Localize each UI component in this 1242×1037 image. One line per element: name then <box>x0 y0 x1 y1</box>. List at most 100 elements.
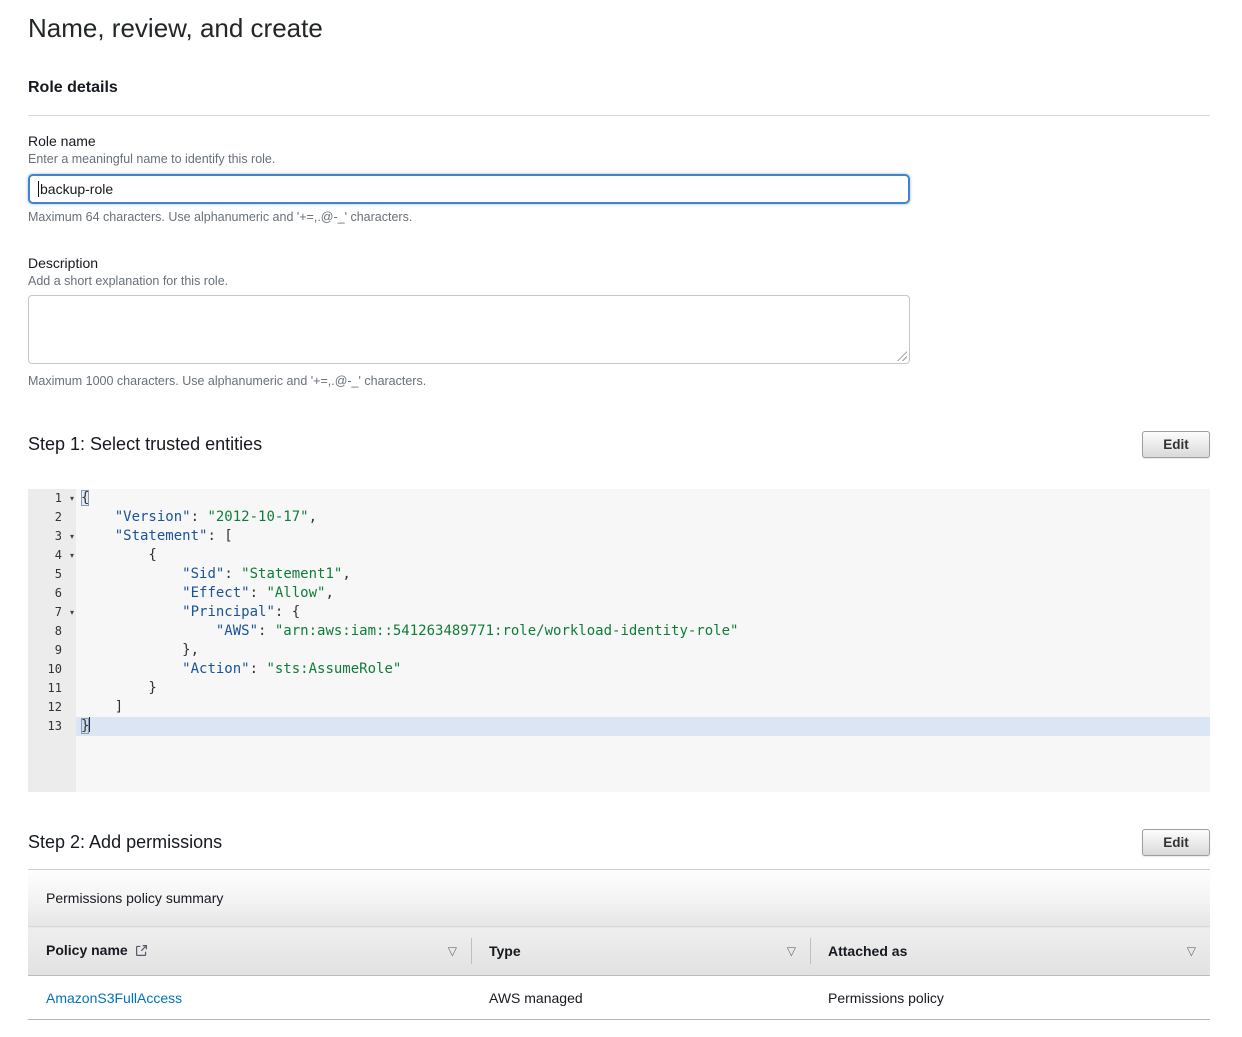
line-number: 3▾ <box>28 527 76 546</box>
json-punctuation: : <box>224 566 241 582</box>
permissions-panel: Permissions policy summary Policy name▽T… <box>28 869 1210 1020</box>
description-constraint: Maximum 1000 characters. Use alphanumeri… <box>28 374 1210 389</box>
fold-arrow-icon[interactable]: ▾ <box>70 546 74 565</box>
role-details-divider <box>28 115 1210 116</box>
editor-line: 12 ] <box>28 698 1210 717</box>
editor-code-line: "Version": "2012-10-17", <box>76 508 1210 527</box>
json-key: "Principal" <box>182 604 275 620</box>
editor-code-line: }, <box>76 641 1210 660</box>
json-key: "Sid" <box>182 566 224 582</box>
resize-handle-icon[interactable] <box>897 351 907 361</box>
json-key: "Action" <box>182 661 249 677</box>
line-number: 13 <box>28 717 76 736</box>
json-punctuation <box>81 585 182 601</box>
editor-code-line: "Effect": "Allow", <box>76 584 1210 603</box>
step1-header: Step 1: Select trusted entities Edit <box>28 431 1210 458</box>
step1-heading: Step 1: Select trusted entities <box>28 431 262 458</box>
json-punctuation: }, <box>81 642 199 658</box>
sort-triangle-icon[interactable]: ▽ <box>1187 944 1196 958</box>
line-number: 4▾ <box>28 546 76 565</box>
editor-cursor <box>89 717 90 732</box>
column-divider <box>810 938 811 964</box>
line-number: 11 <box>28 679 76 698</box>
editor-line: 11 } <box>28 679 1210 698</box>
json-punctuation <box>81 604 182 620</box>
column-header-label: Attached as <box>828 943 907 959</box>
external-link-icon <box>135 944 148 960</box>
editor-line: 9 }, <box>28 641 1210 660</box>
editor-code-line: "Sid": "Statement1", <box>76 565 1210 584</box>
line-number: 5 <box>28 565 76 584</box>
editor-line: 1▾{ <box>28 489 1210 508</box>
column-header-policy-name: Policy name▽ <box>28 927 471 976</box>
json-punctuation: : <box>191 509 208 525</box>
column-divider <box>471 938 472 964</box>
editor-code-line: } <box>76 717 1210 736</box>
table-cell: Permissions policy <box>810 976 1210 1020</box>
json-punctuation: , <box>342 566 350 582</box>
policy-table-body: AmazonS3FullAccess AWS managedPermissions… <box>28 976 1210 1020</box>
policy-json-editor[interactable]: 1▾{2 "Version": "2012-10-17",3▾ "Stateme… <box>28 489 1210 792</box>
json-punctuation: } <box>81 718 89 734</box>
policy-link[interactable]: AmazonS3FullAccess <box>46 990 182 1006</box>
editor-code-line: { <box>76 546 1210 565</box>
json-key: "Statement" <box>115 528 208 544</box>
editor-line: 10 "Action": "sts:AssumeRole" <box>28 660 1210 679</box>
table-row: AmazonS3FullAccess AWS managedPermissions… <box>28 976 1210 1020</box>
json-punctuation: } <box>81 680 157 696</box>
policy-table-head-row: Policy name▽Type▽ Attached as ▽ <box>28 927 1210 976</box>
json-punctuation: : <box>250 585 267 601</box>
json-key: "AWS" <box>216 623 258 639</box>
fold-arrow-icon[interactable]: ▾ <box>70 527 74 546</box>
editor-line: 4▾ { <box>28 546 1210 565</box>
description-textarea[interactable] <box>28 295 910 364</box>
page: Name, review, and create Role details Ro… <box>0 0 1242 1020</box>
json-key: "Effect" <box>182 585 249 601</box>
json-punctuation: , <box>309 509 317 525</box>
json-punctuation: : [ <box>207 528 232 544</box>
editor-code-line: "Action": "sts:AssumeRole" <box>76 660 1210 679</box>
json-string: "Statement1" <box>241 566 342 582</box>
json-punctuation: { <box>81 490 89 506</box>
description-label: Description <box>28 255 1210 272</box>
role-name-constraint: Maximum 64 characters. Use alphanumeric … <box>28 210 1210 225</box>
line-number: 2 <box>28 508 76 527</box>
json-punctuation <box>81 566 182 582</box>
editor-code-line: } <box>76 679 1210 698</box>
json-punctuation <box>81 661 182 677</box>
json-punctuation: , <box>325 585 333 601</box>
step2-header: Step 2: Add permissions Edit <box>28 829 1210 856</box>
line-number: 10 <box>28 660 76 679</box>
editor-line: 13} <box>28 717 1210 736</box>
step2-edit-button[interactable]: Edit <box>1142 829 1210 856</box>
json-punctuation <box>81 528 115 544</box>
sort-triangle-icon[interactable]: ▽ <box>787 944 796 958</box>
json-key: "Version" <box>115 509 191 525</box>
line-number: 12 <box>28 698 76 717</box>
json-punctuation: : <box>250 661 267 677</box>
json-string: "arn:aws:iam::541263489771:role/workload… <box>275 623 739 639</box>
editor-line: 5 "Sid": "Statement1", <box>28 565 1210 584</box>
role-name-hint: Enter a meaningful name to identify this… <box>28 152 1210 167</box>
json-punctuation <box>81 509 115 525</box>
json-punctuation: ] <box>81 699 123 715</box>
line-number: 7▾ <box>28 603 76 622</box>
editor-line: 2 "Version": "2012-10-17", <box>28 508 1210 527</box>
table-cell: AWS managed <box>471 976 810 1020</box>
step1-edit-button[interactable]: Edit <box>1142 431 1210 458</box>
editor-code-line: "AWS": "arn:aws:iam::541263489771:role/w… <box>76 622 1210 641</box>
editor-code-line: "Statement": [ <box>76 527 1210 546</box>
line-number: 6 <box>28 584 76 603</box>
json-string: "Allow" <box>266 585 325 601</box>
json-string: "2012-10-17" <box>207 509 308 525</box>
json-punctuation: { <box>81 547 157 563</box>
text-cursor <box>38 181 39 197</box>
column-header-attached-as: Attached as ▽ <box>810 927 1210 976</box>
sort-triangle-icon[interactable]: ▽ <box>448 944 457 958</box>
editor-code-line: ] <box>76 698 1210 717</box>
json-punctuation: : <box>258 623 275 639</box>
fold-arrow-icon[interactable]: ▾ <box>70 603 74 622</box>
fold-arrow-icon[interactable]: ▾ <box>70 489 74 508</box>
role-name-input[interactable]: backup-role <box>28 174 910 204</box>
column-header-type: Type▽ <box>471 927 810 976</box>
